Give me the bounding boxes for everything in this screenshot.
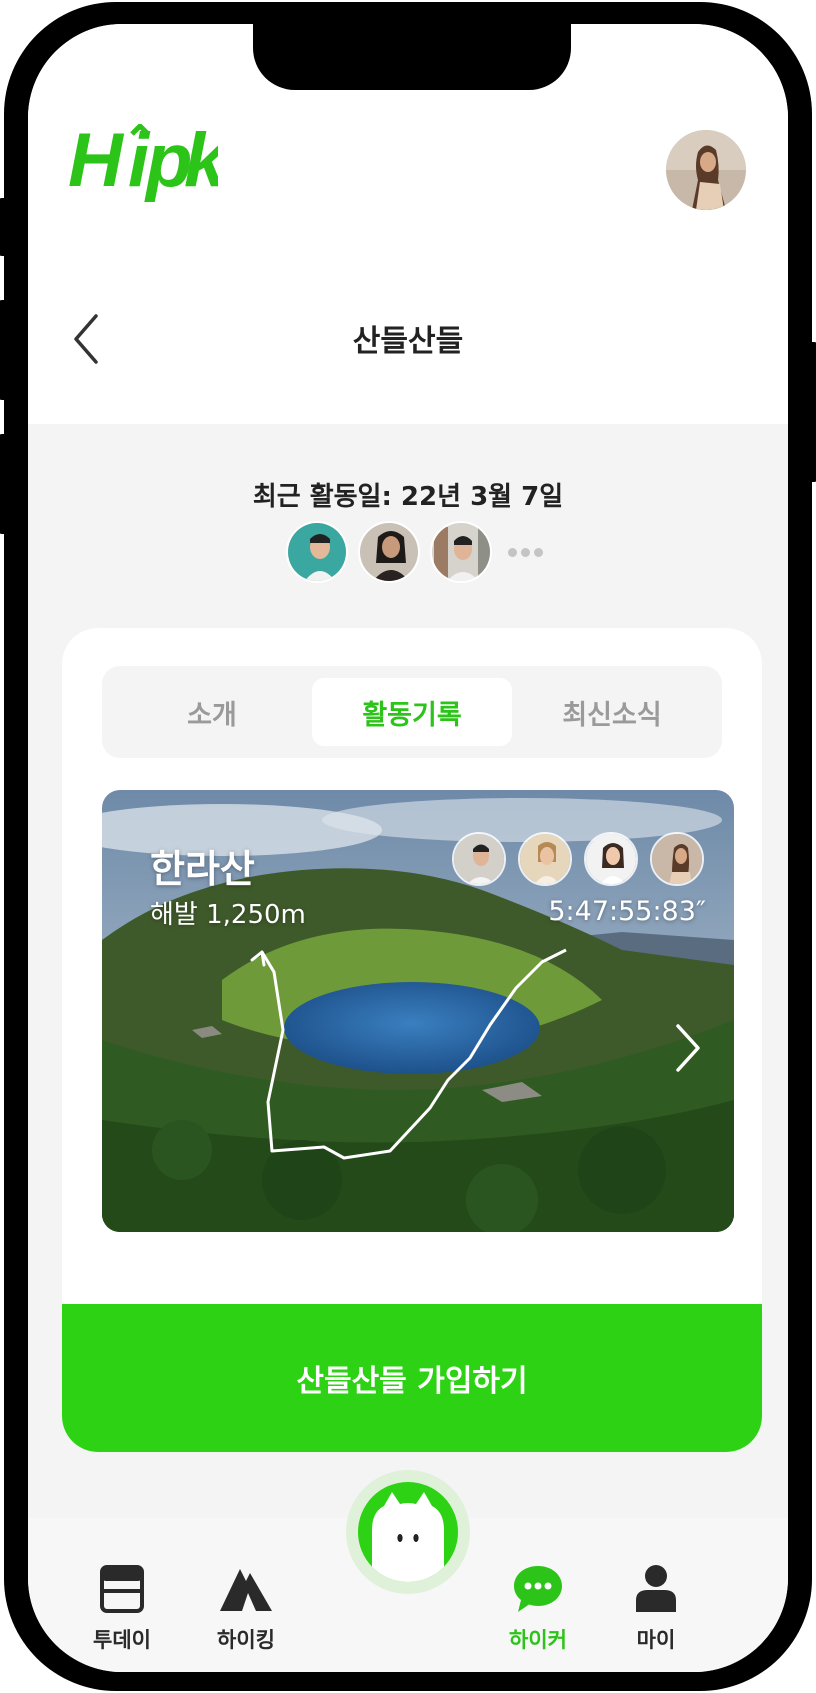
hike-duration: 5:47:55:83″ (548, 896, 706, 927)
notch (253, 24, 571, 90)
club-card: 소개 활동기록 최신소식 한라산 해발 1,250m 5:47:55:83″ 산… (62, 628, 762, 1452)
profile-avatar[interactable] (666, 130, 746, 210)
nav-label: 하이킹 (217, 1628, 275, 1652)
mountain-icon (196, 1562, 296, 1616)
chat-icon (488, 1562, 588, 1616)
ellipsis-icon (508, 547, 547, 557)
app-screen: H i p k (28, 24, 788, 1672)
join-club-button[interactable]: 산들산들 가입하기 (62, 1304, 762, 1452)
nav-label: 하이커 (509, 1628, 567, 1652)
volume-down-button (0, 434, 8, 534)
person-icon (606, 1562, 706, 1616)
svg-text:H: H (68, 124, 125, 203)
nav-label: 마이 (636, 1628, 676, 1652)
nav-my[interactable]: 마이 (606, 1562, 706, 1654)
nav-today[interactable]: 투데이 (72, 1562, 172, 1654)
center-action-button[interactable] (358, 1482, 458, 1582)
participant-avatar (584, 832, 638, 886)
calendar-icon (72, 1562, 172, 1616)
tab-bar: 소개 활동기록 최신소식 (102, 666, 722, 758)
svg-text:k: k (184, 124, 218, 203)
last-activity-text: 최근 활동일: 22년 3월 7일 (252, 482, 564, 512)
hipk-logo[interactable]: H i p k (68, 118, 230, 219)
hike-participants (452, 832, 716, 886)
power-button (808, 342, 816, 482)
member-avatar (286, 521, 348, 583)
member-avatar (430, 521, 492, 583)
nav-label: 투데이 (93, 1628, 151, 1652)
participant-avatar (452, 832, 506, 886)
page-title: 산들산들 (352, 324, 464, 359)
participant-avatar (518, 832, 572, 886)
volume-up-button (0, 300, 8, 400)
tab-intro[interactable]: 소개 (112, 678, 312, 746)
tab-latest-news[interactable]: 최신소식 (512, 678, 712, 746)
next-record-button[interactable] (668, 1020, 708, 1076)
member-avatar (358, 521, 420, 583)
phone-frame: H i p k (0, 2, 816, 1691)
mountain-name: 한라산 (150, 847, 255, 891)
elevation-text: 해발 1,250m (150, 900, 306, 930)
nav-hiking[interactable]: 하이킹 (196, 1562, 296, 1654)
activity-record-card[interactable]: 한라산 해발 1,250m 5:47:55:83″ (102, 790, 734, 1232)
chevron-right-icon (676, 1024, 700, 1072)
mascot-icon (372, 1492, 444, 1582)
nav-hiker[interactable]: 하이커 (488, 1562, 588, 1654)
silent-switch (0, 198, 8, 256)
participant-avatar (650, 832, 704, 886)
member-avatars[interactable] (286, 520, 547, 584)
tab-activity-record[interactable]: 활동기록 (312, 678, 512, 746)
